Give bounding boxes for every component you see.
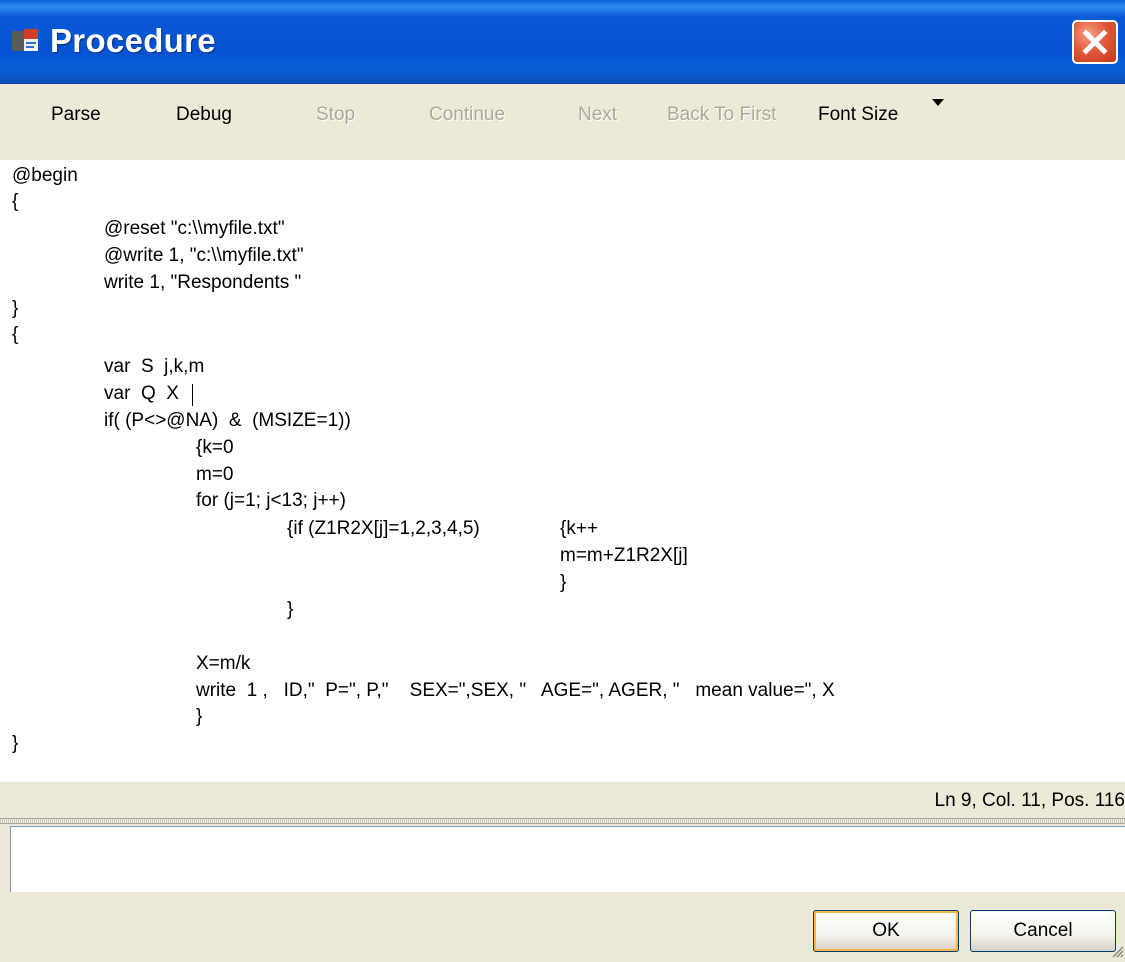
- code-line: var S j,k,m: [104, 356, 205, 377]
- code-line: write 1, "Respondents ": [104, 272, 302, 293]
- code-line: for (j=1; j<13; j++): [196, 490, 346, 511]
- code-line: }: [287, 599, 294, 620]
- chevron-down-icon[interactable]: [932, 99, 944, 106]
- code-line: X=m/k: [196, 653, 251, 674]
- text-caret: [192, 384, 193, 406]
- code-line: {k=0: [196, 437, 234, 458]
- code-line: {k++: [560, 518, 599, 539]
- parse-button[interactable]: Parse: [51, 104, 101, 126]
- cancel-button[interactable]: Cancel: [970, 910, 1116, 952]
- code-line: m=0: [196, 464, 234, 485]
- code-line: }: [12, 733, 19, 754]
- code-line: var Q X: [104, 383, 179, 404]
- code-line: }: [196, 706, 203, 727]
- resize-grip-icon[interactable]: [1110, 944, 1124, 958]
- next-button[interactable]: Next: [578, 104, 617, 126]
- splitter-handle[interactable]: [0, 818, 1125, 824]
- title-bar: Procedure: [0, 0, 1125, 84]
- code-line: }: [560, 572, 567, 593]
- code-line: @begin: [12, 165, 78, 186]
- continue-button[interactable]: Continue: [429, 104, 505, 126]
- window-title: Procedure: [50, 22, 216, 59]
- stop-button[interactable]: Stop: [316, 104, 355, 126]
- code-line: write 1 , ID," P=", P," SEX=",SEX, " AGE…: [196, 680, 835, 701]
- back-to-first-button[interactable]: Back To First: [667, 104, 776, 126]
- ok-button[interactable]: OK: [813, 910, 959, 952]
- code-line: @reset "c:\\myfile.txt": [104, 218, 285, 239]
- toolbar: [0, 84, 1125, 160]
- code-line: {: [12, 324, 19, 345]
- procedure-app-icon: [12, 29, 38, 51]
- code-line: }: [12, 298, 19, 319]
- code-line: @write 1, "c:\\myfile.txt": [104, 245, 304, 266]
- close-icon: [1082, 29, 1108, 55]
- close-button[interactable]: [1072, 20, 1118, 64]
- code-line: m=m+Z1R2X[j]: [560, 545, 688, 566]
- code-line: {if (Z1R2X[j]=1,2,3,4,5): [287, 518, 480, 539]
- output-textbox[interactable]: [10, 826, 1125, 892]
- code-line: if( (P<>@NA) & (MSIZE=1)): [104, 410, 351, 431]
- cursor-position-status: Ln 9, Col. 11, Pos. 116: [934, 790, 1125, 811]
- debug-button[interactable]: Debug: [176, 104, 232, 126]
- font-size-menu[interactable]: Font Size: [818, 104, 898, 126]
- code-line: {: [12, 191, 19, 212]
